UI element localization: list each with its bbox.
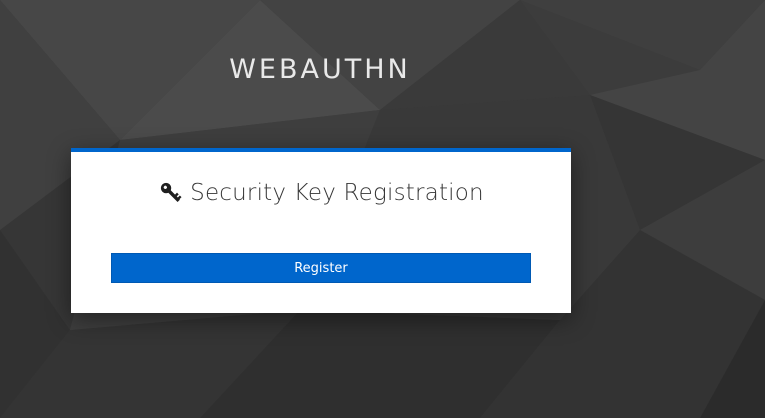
registration-card: Security Key Registration Register (71, 148, 571, 313)
key-icon (158, 180, 184, 206)
card-header: Security Key Registration (71, 180, 571, 206)
realm-title: WEBAUTHN (229, 54, 411, 85)
card-title: Security Key Registration (190, 180, 484, 206)
register-button[interactable]: Register (111, 253, 531, 283)
